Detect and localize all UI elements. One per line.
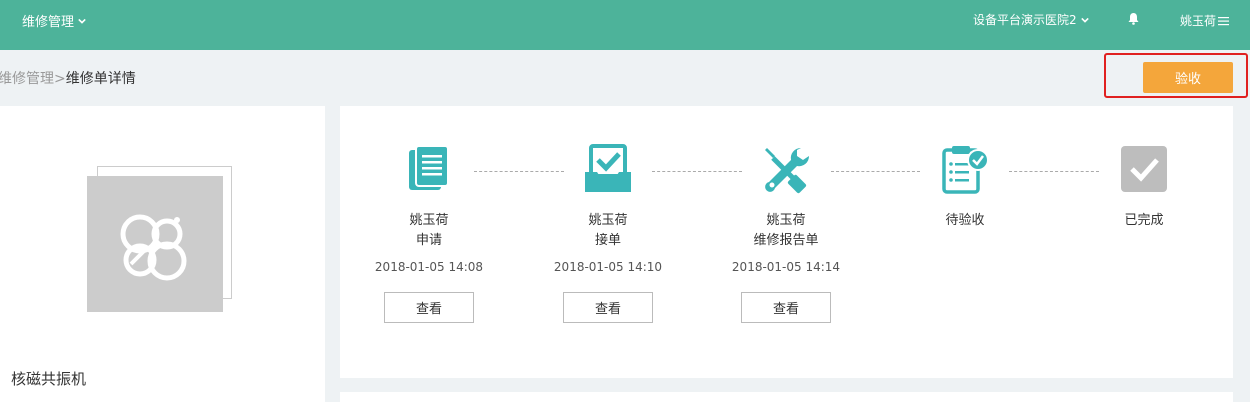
window-edge	[1250, 0, 1255, 402]
step-connector	[831, 171, 920, 172]
top-navbar: 维修管理 设备平台演示医院2 姚玉荷	[0, 0, 1250, 50]
chevron-down-icon	[78, 18, 86, 24]
document-icon	[409, 145, 449, 190]
device-name: 核磁共振机	[11, 370, 87, 388]
chevron-down-icon	[1080, 17, 1089, 23]
view-button[interactable]: 查看	[741, 292, 831, 323]
user-name: 姚玉荷	[1180, 14, 1217, 28]
placeholder-logo-icon	[120, 214, 187, 281]
device-panel: 核磁共振机	[0, 106, 325, 402]
accept-button[interactable]: 验收	[1143, 62, 1233, 93]
hospital-selector[interactable]: 设备平台演示医院2	[973, 11, 1089, 28]
step-name: 姚玉荷	[588, 213, 628, 228]
view-button[interactable]: 查看	[563, 292, 653, 323]
step-name: 姚玉荷	[766, 213, 806, 228]
step-connector	[474, 171, 564, 172]
breadcrumb-current: 维修单详情	[65, 71, 136, 87]
step-connector	[652, 171, 742, 172]
step-name: 待验收	[945, 213, 985, 228]
step-time: 2018-01-05 14:08	[374, 260, 484, 274]
clipboard-check-icon	[942, 146, 989, 194]
bell-icon	[1128, 13, 1139, 25]
step-action: 申请	[415, 233, 442, 248]
module-menu[interactable]: 维修管理	[22, 11, 86, 30]
breadcrumb: 维修管理>维修单详情	[0, 68, 136, 88]
tools-icon	[765, 147, 810, 194]
breadcrumb-separator: >	[54, 71, 66, 87]
checkbox-done-icon	[1121, 146, 1167, 192]
inbox-check-icon	[585, 144, 631, 192]
view-button[interactable]: 查看	[384, 292, 474, 323]
device-image-placeholder	[87, 176, 223, 312]
hospital-label: 设备平台演示医院2	[973, 13, 1077, 27]
step-time: 2018-01-05 14:10	[553, 260, 663, 274]
notification-bell[interactable]	[1128, 12, 1139, 29]
step-name: 已完成	[1124, 213, 1164, 228]
step-action: 接单	[594, 233, 621, 248]
module-menu-label: 维修管理	[22, 15, 75, 30]
step-name: 姚玉荷	[409, 213, 449, 228]
step-connector	[1009, 171, 1099, 172]
hamburger-icon	[1218, 16, 1230, 25]
details-panel	[340, 392, 1233, 402]
breadcrumb-parent[interactable]: 维修管理	[0, 71, 54, 87]
progress-panel: 姚玉荷 申请 2018-01-05 14:08 查看 姚玉荷 接单 2018-0…	[340, 106, 1233, 378]
accept-highlight: 验收	[1104, 53, 1248, 98]
user-menu[interactable]: 姚玉荷	[1180, 12, 1230, 29]
step-action: 维修报告单	[753, 233, 819, 248]
step-time: 2018-01-05 14:14	[731, 260, 841, 274]
